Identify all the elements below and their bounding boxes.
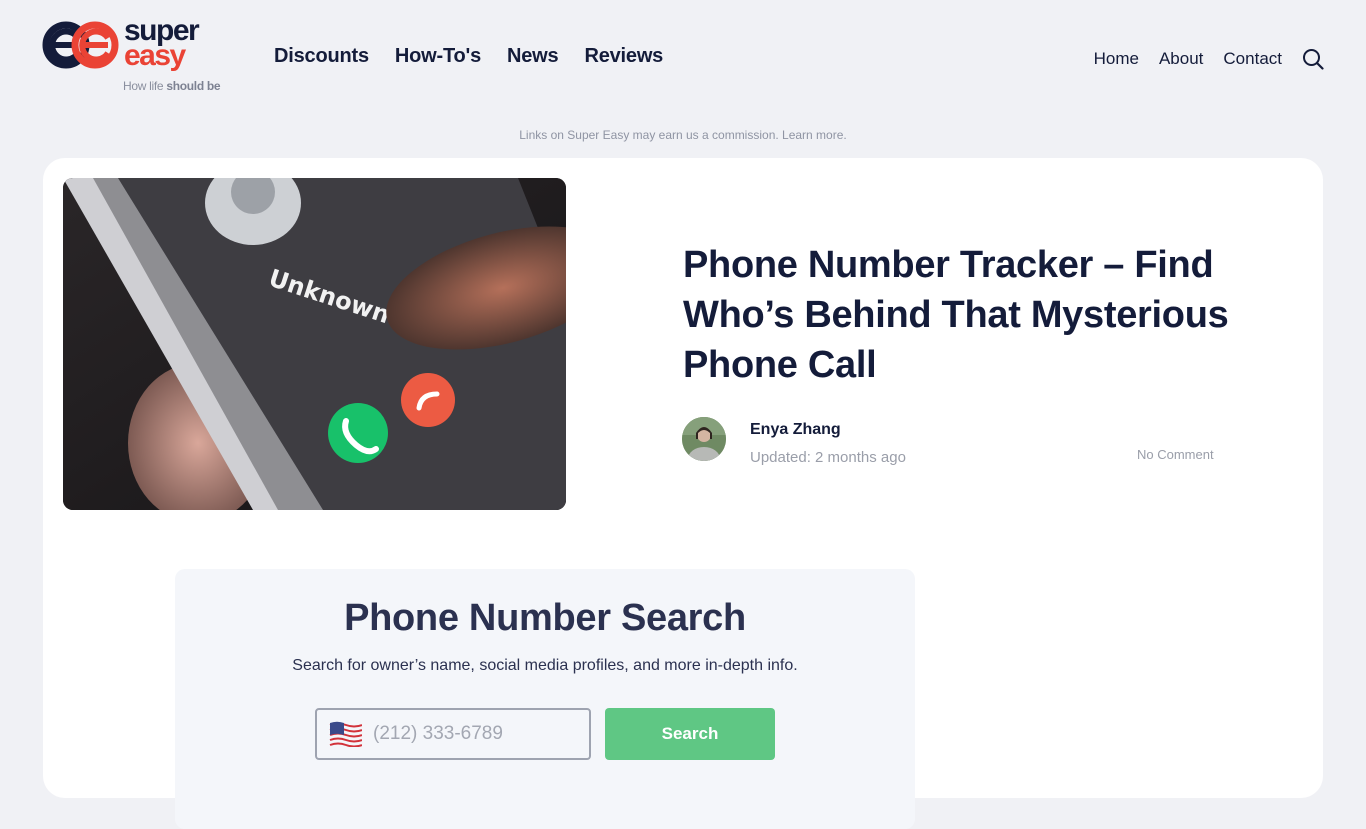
phone-number-input[interactable] bbox=[373, 710, 583, 758]
us-flag-icon bbox=[329, 721, 362, 747]
disclaimer-text: Links on Super Easy may earn us a commis… bbox=[519, 128, 783, 142]
search-button[interactable]: Search bbox=[605, 708, 775, 760]
search-icon[interactable] bbox=[1302, 48, 1324, 70]
nav-item-about[interactable]: About bbox=[1159, 49, 1203, 69]
phone-input-field[interactable] bbox=[315, 708, 591, 760]
logo-text-easy: easy bbox=[124, 39, 186, 72]
phone-search-title: Phone Number Search bbox=[344, 597, 746, 639]
nav-item-reviews[interactable]: Reviews bbox=[584, 45, 663, 68]
nav-item-news[interactable]: News bbox=[507, 45, 559, 68]
logo-ee-icon bbox=[42, 21, 119, 69]
article-card: Unknown Phone Number Tracker – Find Who’… bbox=[43, 158, 1323, 829]
author-name[interactable]: Enya Zhang bbox=[750, 421, 841, 439]
nav-item-discounts[interactable]: Discounts bbox=[274, 45, 369, 68]
phone-search-widget: Phone Number Search Search for owner’s n… bbox=[175, 569, 915, 829]
nav-item-contact[interactable]: Contact bbox=[1223, 49, 1282, 69]
site-header: super easy How life should be Discounts … bbox=[0, 0, 1366, 120]
phone-search-subtitle: Search for owner’s name, social media pr… bbox=[292, 657, 798, 674]
affiliate-disclaimer: Links on Super Easy may earn us a commis… bbox=[0, 128, 1366, 142]
learn-more-link[interactable]: Learn more. bbox=[782, 128, 847, 142]
comments-link[interactable]: No Comment bbox=[1137, 447, 1214, 462]
nav-item-how-tos[interactable]: How-To's bbox=[395, 45, 481, 68]
secondary-nav: Home About Contact bbox=[1074, 48, 1324, 70]
tagline-prefix: How life bbox=[123, 79, 167, 93]
updated-date: Updated: 2 months ago bbox=[750, 449, 906, 466]
author-avatar[interactable] bbox=[682, 417, 726, 461]
tagline-bold: should be bbox=[166, 79, 221, 93]
nav-item-home[interactable]: Home bbox=[1094, 49, 1139, 69]
logo-tagline: How life should be bbox=[123, 79, 221, 93]
article-title: Phone Number Tracker – Find Who’s Behind… bbox=[683, 244, 1229, 386]
phone-call-illustration: Unknown bbox=[63, 178, 566, 510]
hero-image: Unknown bbox=[63, 178, 566, 510]
site-logo[interactable]: super easy How life should be bbox=[42, 16, 232, 96]
main-nav: Discounts How-To's News Reviews bbox=[274, 45, 689, 68]
